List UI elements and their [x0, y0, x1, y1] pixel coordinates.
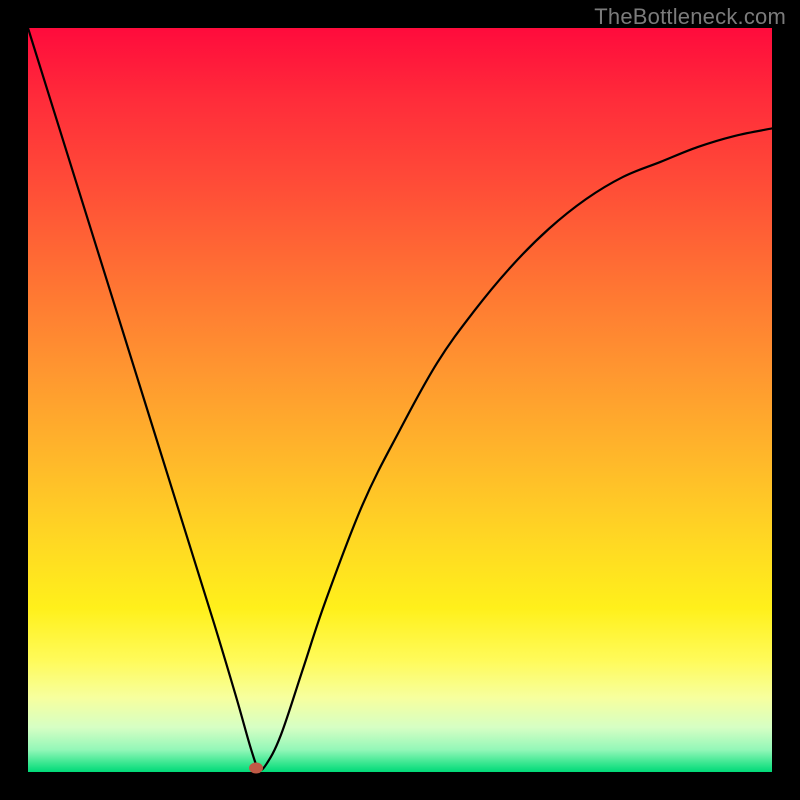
- watermark-text: TheBottleneck.com: [594, 4, 786, 30]
- bottleneck-curve: [28, 28, 772, 772]
- minimum-marker: [249, 763, 263, 774]
- plot-area: [28, 28, 772, 772]
- chart-frame: TheBottleneck.com: [0, 0, 800, 800]
